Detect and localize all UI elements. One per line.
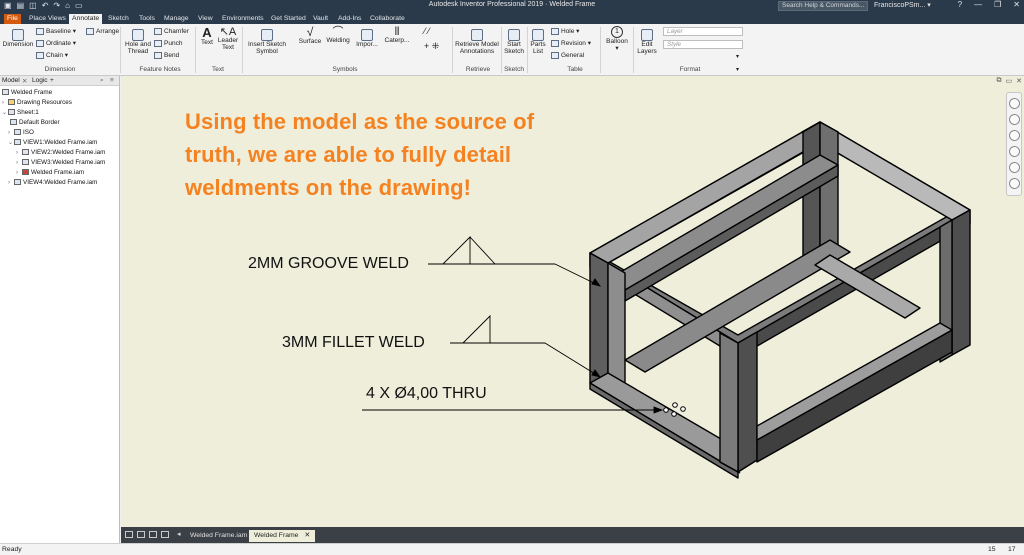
right-post bbox=[951, 209, 971, 356]
bottom-front-rail-top bbox=[756, 322, 953, 441]
bottom-front-rail bbox=[756, 329, 953, 463]
status-bar: Ready 15 17 bbox=[0, 543, 1024, 555]
status-count-2: 17 bbox=[1008, 546, 1016, 553]
tab-scroll-icon[interactable]: ◂ bbox=[177, 530, 181, 538]
groove-weld-tail bbox=[428, 235, 497, 265]
doc-tab-assembly[interactable]: Welded Frame.iam bbox=[185, 530, 252, 542]
document-tabs: ◂ Welded Frame.iam Welded Frame ✕ bbox=[121, 527, 1024, 543]
frame-geometry bbox=[589, 121, 971, 479]
hole-note-label[interactable]: 4 X Ø4,00 THRU bbox=[366, 385, 487, 403]
fillet-weld-symbol bbox=[450, 314, 602, 378]
hole-mark bbox=[671, 411, 677, 417]
sheet-list-icon[interactable] bbox=[161, 531, 169, 538]
doc-tab-drawing-label: Welded Frame bbox=[254, 532, 299, 539]
hole-mark bbox=[680, 406, 686, 412]
tile-icon[interactable] bbox=[125, 531, 133, 538]
hole-mark bbox=[663, 407, 669, 413]
groove-weld-label[interactable]: 2MM GROOVE WELD bbox=[248, 255, 409, 273]
welded-frame-drawing bbox=[362, 121, 971, 479]
fillet-weld-tail bbox=[450, 314, 491, 344]
callout-message-line-3: weldments on the drawing! bbox=[185, 175, 472, 200]
groove-weld-symbol bbox=[428, 235, 602, 287]
arrange-icon[interactable] bbox=[149, 531, 157, 538]
front-post-side bbox=[719, 332, 739, 473]
status-text: Ready bbox=[2, 546, 22, 553]
cascade-icon[interactable] bbox=[137, 531, 145, 538]
callout-message-line-2: truth, we are able to fully detail bbox=[185, 142, 512, 167]
front-post bbox=[737, 331, 758, 473]
status-count-1: 15 bbox=[988, 546, 996, 553]
bottom-left-rail-side bbox=[589, 382, 739, 479]
hole-mark bbox=[672, 402, 678, 408]
hole-callout-leader bbox=[362, 406, 664, 414]
doc-tab-drawing[interactable]: Welded Frame ✕ bbox=[249, 530, 316, 542]
callout-message-line-1: Using the model as the source of bbox=[185, 109, 535, 134]
close-tab-icon[interactable]: ✕ bbox=[304, 532, 310, 539]
fillet-weld-label[interactable]: 3MM FILLET WELD bbox=[282, 334, 425, 352]
